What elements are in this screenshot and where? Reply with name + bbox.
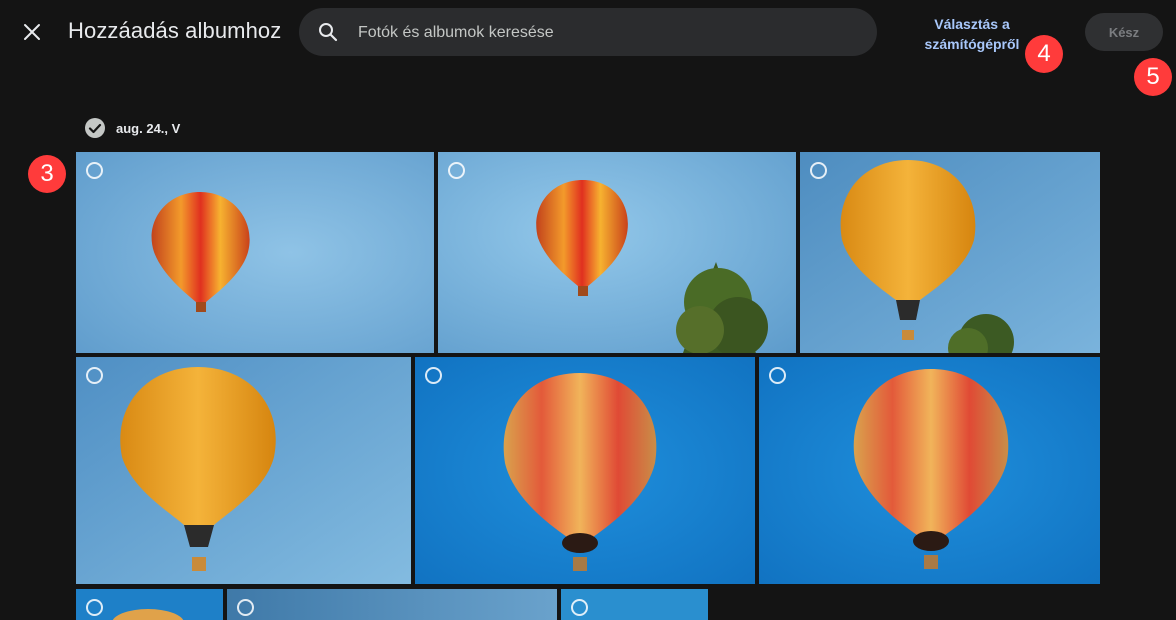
- balloon-photo: [800, 152, 1100, 353]
- select-photo-toggle[interactable]: [237, 599, 254, 616]
- balloon-photo: [438, 152, 796, 353]
- date-group-header[interactable]: aug. 24., V: [84, 117, 180, 139]
- sky-photo: [227, 589, 557, 620]
- select-photo-toggle[interactable]: [448, 162, 465, 179]
- balloon-photo: [415, 357, 755, 584]
- select-photo-toggle[interactable]: [571, 599, 588, 616]
- annotation-badge-5: 5: [1134, 58, 1172, 96]
- photo-tile[interactable]: [800, 152, 1100, 353]
- search-input[interactable]: [356, 8, 860, 58]
- photo-tile[interactable]: [76, 357, 411, 584]
- photo-tile[interactable]: [227, 589, 557, 620]
- balloon-photo: [76, 152, 434, 353]
- annotation-badge-4: 4: [1025, 35, 1063, 73]
- select-from-computer-link[interactable]: Választás a számítógépről: [917, 14, 1027, 54]
- balloon-photo: [759, 357, 1100, 584]
- photo-tile[interactable]: [759, 357, 1100, 584]
- photo-tile[interactable]: [561, 589, 708, 620]
- select-photo-toggle[interactable]: [86, 599, 103, 616]
- select-photo-toggle[interactable]: [86, 162, 103, 179]
- close-icon: [24, 24, 40, 40]
- select-photo-toggle[interactable]: [86, 367, 103, 384]
- select-photo-toggle[interactable]: [769, 367, 786, 384]
- page-title: Hozzáadás albumhoz: [68, 18, 282, 43]
- close-button[interactable]: [16, 16, 48, 48]
- search-box[interactable]: [299, 8, 877, 58]
- done-button[interactable]: Kész: [1085, 13, 1163, 51]
- photo-tile[interactable]: [76, 152, 434, 353]
- photo-tile[interactable]: [76, 589, 223, 620]
- top-bar: Hozzáadás albumhoz Választás a számítógé…: [0, 0, 1176, 66]
- check-circle-icon[interactable]: [84, 117, 106, 139]
- search-icon: [319, 23, 338, 42]
- select-photo-toggle[interactable]: [425, 367, 442, 384]
- balloon-photo: [76, 357, 411, 584]
- annotation-badge-3: 3: [28, 155, 66, 193]
- select-photo-toggle[interactable]: [810, 162, 827, 179]
- date-group-label: aug. 24., V: [116, 120, 181, 136]
- photo-tile[interactable]: [438, 152, 796, 353]
- photo-tile[interactable]: [415, 357, 755, 584]
